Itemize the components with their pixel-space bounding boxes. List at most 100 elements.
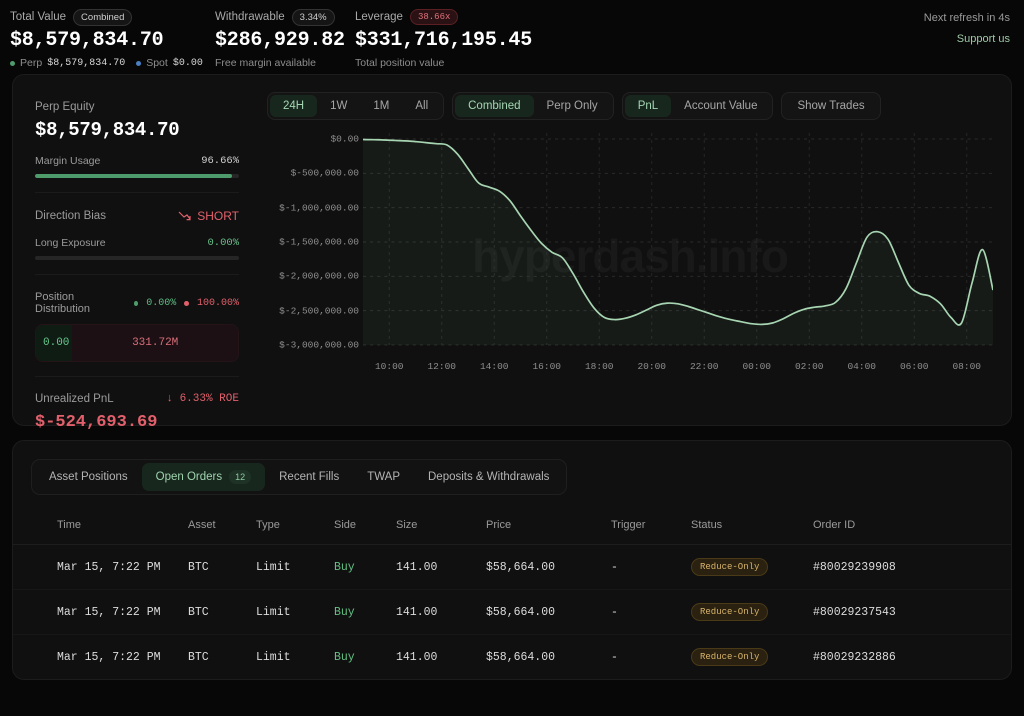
chart-svg xyxy=(363,133,993,346)
order-type: Limit xyxy=(256,544,334,590)
orders-tabs[interactable]: Asset Positions Open Orders 12 Recent Fills… xyxy=(31,459,568,495)
perp-dot-icon xyxy=(10,60,15,66)
mode-account-value[interactable]: Account Value xyxy=(671,95,770,117)
y-tick-label: $0.00 xyxy=(330,133,359,145)
column-header-trigger: Trigger xyxy=(611,513,691,545)
x-tick-label: 18:00 xyxy=(584,361,614,372)
status-badge: Reduce-Only xyxy=(691,648,769,666)
x-tick-label: 14:00 xyxy=(479,361,509,372)
x-tick-label: 16:00 xyxy=(532,361,561,372)
x-tick-label: 02:00 xyxy=(794,361,824,372)
table-row[interactable]: Mar 15, 7:22 PM BTC Limit Buy 141.00 $58,664.… xyxy=(13,544,1011,590)
range-selector[interactable]: 24H 1W 1M All xyxy=(267,92,445,120)
order-id: #80029239908 xyxy=(813,544,1011,590)
stat-value: $331,716,195.45 xyxy=(355,29,533,52)
order-side: Buy xyxy=(334,544,396,590)
distribution-label: Position Distribution xyxy=(35,291,91,315)
tab-label: Recent Fills xyxy=(279,471,340,483)
metrics-panel: Perp Equity $8,579,834.70 Margin Usage 9… xyxy=(13,75,261,432)
table-row[interactable]: Mar 15, 7:22 PM BTC Limit Buy 141.00 $58,664.… xyxy=(13,634,1011,679)
pnl-label: Unrealized PnL xyxy=(35,393,114,405)
tab-label: Deposits & Withdrawals xyxy=(428,471,550,483)
x-tick-label: 22:00 xyxy=(689,361,719,372)
header-right: Next refresh in 4s Support us xyxy=(924,8,1010,45)
table-body: Mar 15, 7:22 PM BTC Limit Buy 141.00 $58,664.… xyxy=(13,544,1011,679)
unrealized-pnl-block: Unrealized PnL ↓ 6.33% ROE $-524,693.69 xyxy=(35,393,239,446)
direction-bias-value: SHORT xyxy=(197,209,239,223)
table-row[interactable]: Mar 15, 7:22 PM BTC Limit Buy 141.00 $58,664.… xyxy=(13,589,1011,635)
mode-selector[interactable]: PnL Account Value xyxy=(621,92,774,120)
range-1w[interactable]: 1W xyxy=(317,95,360,117)
source-selector[interactable]: Combined Perp Only xyxy=(452,92,614,120)
tab-open-orders[interactable]: Open Orders 12 xyxy=(141,463,266,491)
x-tick-label: 04:00 xyxy=(847,361,876,372)
distribution-short-value: 331.72M xyxy=(72,325,238,361)
distribution-bar: 0.00 331.72M xyxy=(35,324,239,362)
spot-label: Spot xyxy=(146,57,168,69)
show-trades-button[interactable]: Show Trades xyxy=(784,95,877,117)
stat-label: Total Value xyxy=(10,11,67,23)
stat-label: Leverage xyxy=(355,11,403,23)
pnl-row: Unrealized PnL ↓ 6.33% ROE xyxy=(35,393,239,405)
column-header-side: Side xyxy=(334,513,396,545)
tab-deposits-withdrawals[interactable]: Deposits & Withdrawals xyxy=(414,463,563,491)
order-size: 141.00 xyxy=(396,589,486,635)
y-tick-label: $-500,000.00 xyxy=(290,167,359,179)
y-tick-label: $-2,500,000.00 xyxy=(279,305,359,317)
range-24h[interactable]: 24H xyxy=(270,95,318,117)
short-dot-icon xyxy=(184,300,189,306)
chart-x-axis: 10:00 12:00 14:00 16:00 18:00 20:00 22:00 00:00… xyxy=(363,361,993,372)
spot-value: $0.00 xyxy=(172,57,203,69)
chart-toolbar: 24H 1W 1M All Combined Perp Only PnL Account … xyxy=(267,91,993,121)
tab-asset-positions[interactable]: Asset Positions xyxy=(35,463,142,491)
source-perp-only[interactable]: Perp Only xyxy=(534,95,611,117)
y-tick-label: $-2,000,000.00 xyxy=(279,270,359,282)
column-header-size: Size xyxy=(396,513,486,545)
support-us-link[interactable]: Support us xyxy=(924,33,1010,45)
tab-twap[interactable]: TWAP xyxy=(353,463,414,491)
range-all[interactable]: All xyxy=(402,95,441,117)
pnl-chart: hyperdash.info $0.00 $-500,000.00 $-1,000,… xyxy=(267,133,993,417)
status-badge: Reduce-Only xyxy=(691,603,769,621)
x-tick-label: 12:00 xyxy=(427,361,456,372)
show-trades-group[interactable]: Show Trades xyxy=(781,92,881,120)
x-tick-label: 00:00 xyxy=(742,361,771,372)
order-side: Buy xyxy=(334,589,396,635)
mode-pnl[interactable]: PnL xyxy=(624,95,672,117)
divider xyxy=(35,274,239,275)
perp-equity-label: Perp Equity xyxy=(35,101,95,113)
direction-bias-block: Direction Bias SHORT Long Exposure 0.00% xyxy=(35,209,239,274)
column-header-order-id: Order ID xyxy=(813,513,1011,545)
order-size: 141.00 xyxy=(396,544,486,590)
distribution-long-value: 0.00 xyxy=(36,325,73,361)
long-exposure-label: Long Exposure xyxy=(35,237,106,249)
tab-label: TWAP xyxy=(367,471,400,483)
order-time: Mar 15, 7:22 PM xyxy=(13,634,188,679)
divider xyxy=(35,376,239,377)
long-dot-icon xyxy=(133,300,139,306)
stat-withdrawable: Withdrawable 3.34% $286,929.82 Free marg… xyxy=(215,8,355,69)
column-header-time: Time xyxy=(13,513,188,545)
distribution-header: Position Distribution 0.00% 100.00% xyxy=(35,291,239,315)
stat-label: Withdrawable xyxy=(215,11,285,23)
header-stats-bar: Total Value Combined $8,579,834.70 Perp … xyxy=(0,0,1024,70)
order-status: Reduce-Only xyxy=(691,544,813,590)
range-1m[interactable]: 1M xyxy=(360,95,402,117)
tab-recent-fills[interactable]: Recent Fills xyxy=(265,463,353,491)
stat-sub: Perp $8,579,834.70 Spot $0.00 xyxy=(10,57,215,69)
direction-bias-label: Direction Bias xyxy=(35,210,106,222)
column-header-asset: Asset xyxy=(188,513,256,545)
stat-sub: Free margin available xyxy=(215,57,316,69)
order-size: 141.00 xyxy=(396,634,486,679)
table-header-row: Time Asset Type Side Size Price Trigger Status O… xyxy=(13,513,1011,545)
order-status: Reduce-Only xyxy=(691,634,813,679)
margin-usage-value: 96.66% xyxy=(201,155,239,167)
tab-count-badge: 12 xyxy=(229,470,252,484)
source-combined[interactable]: Combined xyxy=(455,95,534,117)
order-time: Mar 15, 7:22 PM xyxy=(13,544,188,590)
trend-down-icon xyxy=(178,211,191,221)
margin-usage-row: Margin Usage 96.66% xyxy=(35,155,239,167)
divider xyxy=(35,192,239,193)
overview-chart-card: Perp Equity $8,579,834.70 Margin Usage 9… xyxy=(12,74,1012,432)
spot-dot-icon xyxy=(136,60,142,66)
